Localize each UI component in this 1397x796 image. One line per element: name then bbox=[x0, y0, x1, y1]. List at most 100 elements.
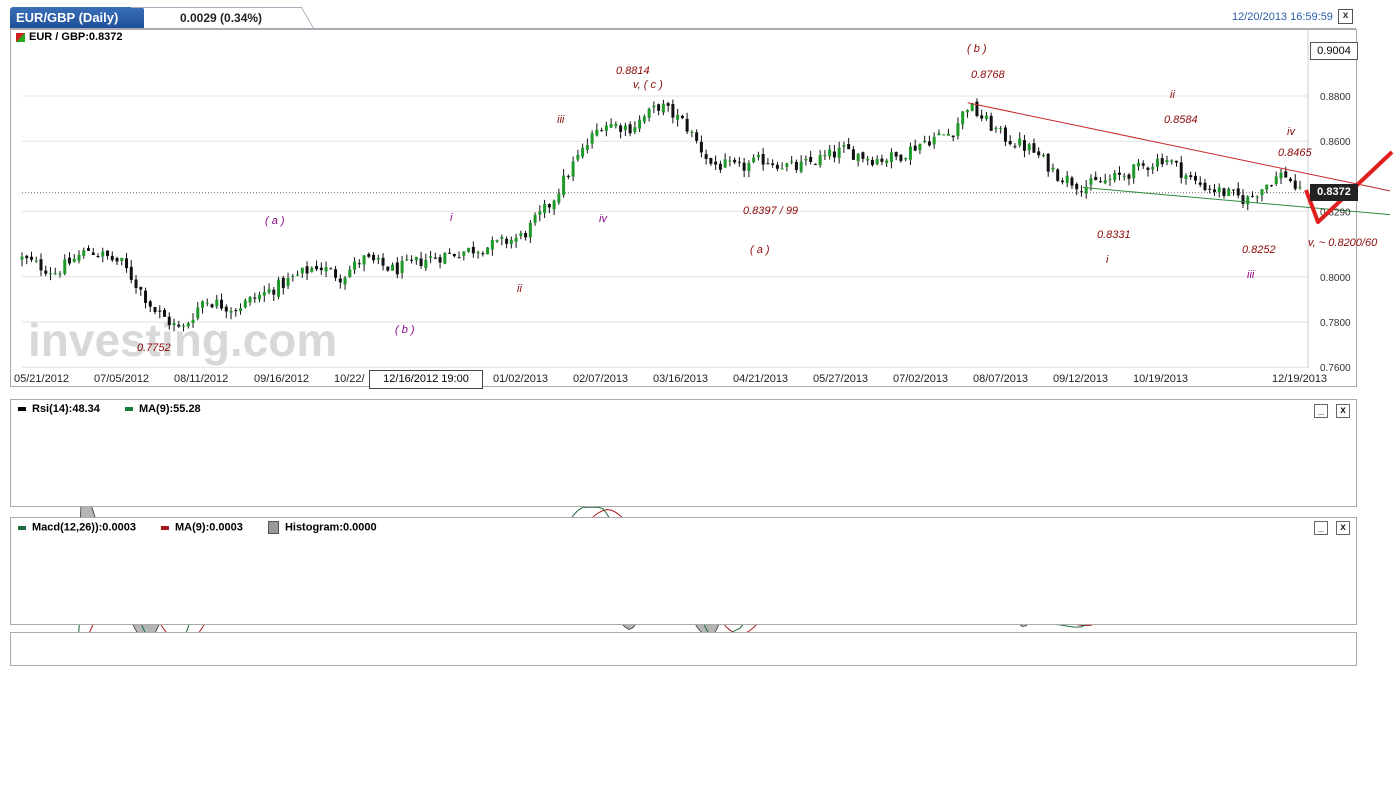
candle-body bbox=[120, 257, 124, 262]
candle-body bbox=[486, 247, 490, 255]
candle-body bbox=[500, 236, 504, 239]
candle-body bbox=[391, 264, 395, 271]
charts-svg: investing.com 0.8814v, ( c )( b )0.8768i… bbox=[14, 30, 1394, 662]
navigator-panel[interactable] bbox=[10, 632, 1357, 666]
candle-body bbox=[243, 300, 247, 308]
candle-body bbox=[20, 256, 24, 260]
candle-body bbox=[1089, 178, 1093, 185]
rsi-ma-legend-text: MA(9):55.28 bbox=[138, 403, 201, 415]
candle-body bbox=[452, 254, 456, 257]
candle-body bbox=[262, 292, 266, 296]
candle-body bbox=[167, 316, 171, 326]
price-x-tick: 01/02/2013 bbox=[493, 373, 548, 385]
candle-body bbox=[490, 240, 494, 250]
candle-body bbox=[210, 304, 214, 308]
candle-body bbox=[239, 308, 243, 312]
candle-body bbox=[623, 125, 627, 131]
candle-body bbox=[471, 246, 475, 254]
candle-body bbox=[1265, 184, 1269, 190]
candle-body bbox=[148, 301, 152, 307]
candle-body bbox=[1037, 151, 1041, 156]
candle-body bbox=[1231, 189, 1235, 191]
candle-body bbox=[134, 279, 138, 288]
candle-body bbox=[756, 154, 760, 158]
candle-body bbox=[680, 115, 684, 119]
price-x-tick: 09/16/2012 bbox=[254, 373, 309, 385]
candle-body bbox=[666, 103, 670, 106]
candle-body bbox=[324, 267, 328, 272]
candle-body bbox=[129, 266, 133, 280]
candle-body bbox=[799, 161, 803, 172]
candle-body bbox=[220, 299, 224, 309]
candle-body bbox=[880, 158, 884, 162]
candle-body bbox=[519, 233, 523, 236]
top-price-label: 0.9004 bbox=[1310, 42, 1358, 60]
macd-close-button[interactable]: x bbox=[1336, 521, 1350, 535]
candle-body bbox=[310, 267, 314, 272]
candle-body bbox=[1179, 162, 1183, 178]
candle-body bbox=[163, 309, 167, 317]
candle-body bbox=[1018, 138, 1022, 146]
candle-body bbox=[68, 257, 72, 264]
wave-label: i bbox=[450, 212, 453, 224]
candle-body bbox=[870, 159, 874, 166]
candle-body bbox=[889, 152, 893, 163]
candle-body bbox=[1108, 179, 1112, 181]
candle-body bbox=[1027, 144, 1031, 151]
wave-label: ii bbox=[1170, 89, 1175, 101]
candle-body bbox=[714, 161, 718, 165]
candle-body bbox=[543, 203, 547, 214]
candle-body bbox=[291, 276, 295, 278]
candle-body bbox=[277, 279, 281, 297]
candle-body bbox=[376, 257, 380, 260]
candle-body bbox=[182, 325, 186, 327]
candle-body bbox=[842, 145, 846, 147]
candle-body bbox=[1269, 185, 1273, 187]
candle-body bbox=[585, 145, 589, 150]
candle-body bbox=[77, 254, 81, 261]
candle-body bbox=[63, 259, 67, 274]
candle-body bbox=[229, 311, 233, 313]
candle-body bbox=[818, 155, 822, 166]
rsi-close-button[interactable]: x bbox=[1336, 404, 1350, 418]
candle-body bbox=[847, 144, 851, 150]
candle-body bbox=[96, 256, 100, 258]
candle-body bbox=[851, 149, 855, 160]
candle-body bbox=[989, 115, 993, 131]
candle-body bbox=[205, 302, 209, 304]
wave-label: iii bbox=[1247, 269, 1255, 281]
candle-body bbox=[315, 265, 319, 270]
price-x-tick: 02/07/2013 bbox=[573, 373, 628, 385]
candle-body bbox=[101, 251, 105, 257]
rsi-panel[interactable] bbox=[10, 399, 1357, 507]
macd-minimize-button[interactable]: _ bbox=[1314, 521, 1328, 535]
candle-body bbox=[419, 258, 423, 267]
candle-body bbox=[139, 287, 143, 290]
candle-body bbox=[448, 252, 452, 254]
candle-body bbox=[1046, 153, 1050, 172]
candle-body bbox=[1113, 173, 1117, 180]
wave-labels: 0.8814v, ( c )( b )0.8768iiiii0.8584iv0.… bbox=[137, 43, 1378, 354]
wave-label: 0.8584 bbox=[1164, 114, 1198, 126]
candle-body bbox=[1079, 191, 1083, 193]
candle-body bbox=[272, 289, 276, 295]
candle-body bbox=[158, 310, 162, 312]
macd-ma-legend-text: MA(9):0.0003 bbox=[175, 521, 243, 534]
candle-body bbox=[1165, 160, 1169, 163]
price-x-tick: 07/02/2013 bbox=[893, 373, 948, 385]
candle-body bbox=[832, 151, 836, 158]
candle-body bbox=[975, 101, 979, 116]
candle-body bbox=[652, 105, 656, 108]
candle-body bbox=[661, 103, 665, 113]
rsi-legend-text: Rsi(14):48.34 bbox=[32, 403, 100, 415]
rsi-minimize-button[interactable]: _ bbox=[1314, 404, 1328, 418]
last-price-label: 0.8372 bbox=[1310, 184, 1358, 201]
candle-body bbox=[647, 108, 651, 118]
candle-body bbox=[1155, 158, 1159, 167]
candle-body bbox=[671, 104, 675, 118]
price-x-axis: 05/21/2012 07/05/2012 08/11/2012 09/16/2012… bbox=[14, 373, 1327, 385]
wave-label: ( b ) bbox=[395, 324, 415, 336]
candle-body bbox=[856, 153, 860, 162]
candle-body bbox=[1288, 178, 1292, 182]
candle-body bbox=[723, 159, 727, 168]
